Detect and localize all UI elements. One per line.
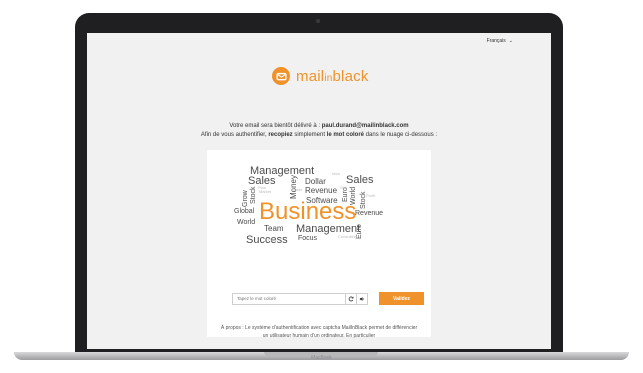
captcha-input[interactable] — [232, 292, 346, 305]
cloud-word: Consulting — [338, 234, 357, 239]
chevron-down-icon: ⌄ — [508, 38, 513, 44]
about-text: À propos : Le système d'authentification… — [220, 325, 418, 331]
audio-button[interactable] — [357, 292, 368, 305]
cloud-word: Idea — [332, 171, 340, 176]
cloud-word: Grow — [242, 190, 249, 207]
instruction-message: Afin de vous authentifier, recopiez simp… — [200, 132, 438, 138]
cloud-word: Focus — [298, 235, 318, 242]
recipient-email: paul.durand@mailinblack.com — [321, 123, 409, 129]
cloud-word: Revenue — [305, 186, 338, 195]
camera — [316, 19, 320, 23]
mailinblack-logo: mailinblack — [272, 67, 369, 85]
language-selector[interactable]: Français ⌄ — [487, 38, 513, 44]
cloud-word: Dollar — [305, 177, 326, 186]
refresh-icon — [348, 296, 354, 301]
refresh-button[interactable] — [346, 292, 357, 305]
cloud-word: Global — [234, 208, 255, 215]
envelope-icon — [272, 67, 290, 85]
cloud-word: World — [350, 186, 357, 205]
device-brand-label: MacBook — [311, 355, 332, 361]
about-text-continued: un utilisateur humain d'un ordinateur. E… — [262, 333, 376, 339]
captcha-card: Management Sales Dollar Sales Revenue Softwar… — [207, 150, 431, 337]
cloud-word: Success — [246, 234, 288, 246]
cloud-word: World — [237, 219, 256, 226]
logo-text: mailinblack — [296, 67, 369, 85]
cloud-word: Stock — [250, 186, 257, 204]
cloud-word: Sell — [340, 185, 347, 190]
cloud-word: Trade — [292, 187, 303, 192]
cloud-word: Profit — [366, 193, 376, 198]
cloud-word: Plan — [268, 237, 277, 242]
cloud-word: Revenue — [355, 210, 384, 217]
word-cloud: Management Sales Dollar Sales Revenue Softwar… — [234, 166, 402, 278]
validate-button[interactable]: Validez — [379, 292, 424, 305]
browser-screen: Français ⌄ mailinblack Votre email sera … — [87, 33, 551, 349]
language-label: Français — [486, 38, 506, 44]
speaker-icon — [359, 296, 364, 301]
captcha-form: Validez — [232, 292, 424, 305]
delivery-message: Votre email sera bientôt délivré à : pau… — [229, 123, 409, 129]
laptop-frame: Français ⌄ mailinblack Votre email sera … — [75, 13, 563, 353]
cloud-word: Sales — [346, 174, 374, 186]
cloud-word: Team — [264, 224, 284, 233]
captcha-target-word: Business — [259, 198, 357, 225]
cloud-word: Market — [259, 189, 272, 194]
cloud-word: Euro — [356, 224, 363, 239]
